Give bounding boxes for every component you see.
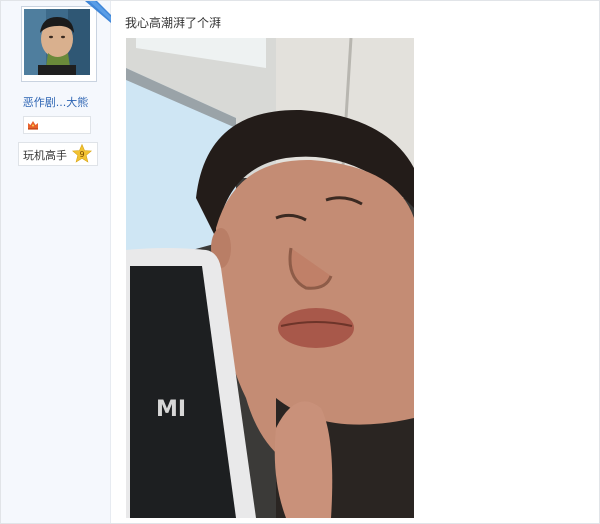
crown-icon — [28, 121, 38, 130]
author-sidebar: 恶作剧...大熊 玩机高手 9 — [1, 1, 111, 523]
level-star-icon: 9 — [72, 144, 92, 163]
avatar[interactable] — [24, 9, 90, 75]
post-container: 恶作剧...大熊 玩机高手 9 我心高潮湃了个湃 MI — [0, 0, 600, 524]
badge-box[interactable] — [23, 116, 91, 134]
level-number: 9 — [79, 150, 84, 159]
username-link[interactable]: 恶作剧...大熊 — [1, 94, 110, 110]
level-title: 玩机高手 — [23, 149, 67, 162]
svg-text:MI: MI — [156, 397, 186, 422]
post-text: 我心高潮湃了个湃 — [125, 16, 222, 30]
post-photo[interactable]: MI — [126, 38, 414, 518]
level-box[interactable]: 玩机高手 9 — [18, 142, 98, 166]
corner-ribbon-icon — [85, 1, 111, 23]
